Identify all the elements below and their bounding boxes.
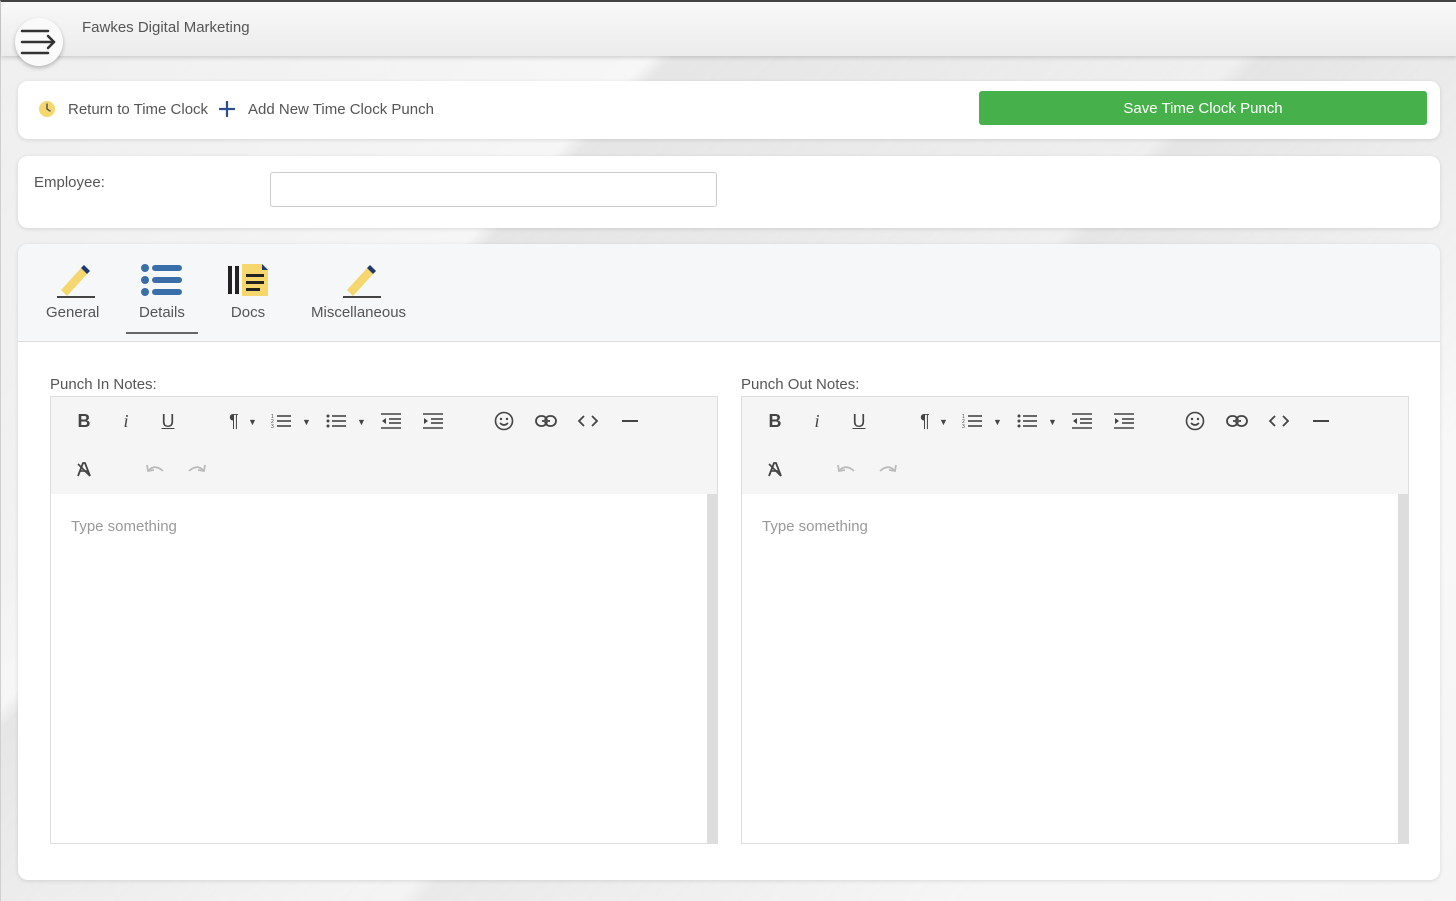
tab-general[interactable]: General [46, 262, 99, 321]
tab-docs-label: Docs [230, 304, 266, 321]
undo-button[interactable] [831, 454, 861, 484]
unordered-list-button[interactable] [1012, 406, 1042, 436]
link-button[interactable] [1222, 406, 1252, 436]
punch-in-scrollbar[interactable] [707, 494, 717, 843]
employee-card: Employee: [18, 156, 1440, 228]
punch-out-text-area[interactable]: Type something [742, 494, 1398, 843]
emoji-button[interactable] [1180, 406, 1210, 436]
tab-miscellaneous-label: Miscellaneous [311, 304, 407, 321]
add-new-punch-link[interactable]: Add New Time Clock Punch [218, 100, 434, 118]
emoji-button[interactable] [489, 406, 519, 436]
indent-icon [423, 413, 443, 429]
svg-text:3: 3 [271, 424, 274, 429]
indent-icon [1114, 413, 1134, 429]
clear-format-button[interactable] [760, 454, 790, 484]
code-button[interactable] [573, 406, 603, 436]
punch-out-placeholder: Type something [762, 518, 868, 535]
punch-out-editor: B i U ¶ ▼ 123 ▼ ▼ Type something [741, 396, 1409, 844]
add-label: Add New Time Clock Punch [248, 100, 434, 118]
underline-button[interactable]: U [153, 406, 183, 436]
italic-button[interactable]: i [111, 406, 141, 436]
pencil-icon [56, 265, 95, 298]
punch-out-scrollbar[interactable] [1398, 494, 1408, 843]
horizontal-rule-icon [622, 420, 638, 422]
bold-button[interactable]: B [760, 406, 790, 436]
tab-details[interactable]: Details [139, 262, 185, 321]
clear-format-icon [77, 462, 91, 477]
clear-format-button[interactable] [69, 454, 99, 484]
actions-card: Return to Time Clock Add New Time Clock … [18, 81, 1440, 139]
company-name: Fawkes Digital Marketing [82, 19, 250, 36]
code-icon [577, 415, 599, 427]
unordered-list-icon [1017, 414, 1037, 428]
return-to-time-clock-link[interactable]: Return to Time Clock [38, 100, 208, 118]
menu-button[interactable] [15, 18, 63, 66]
bold-button[interactable]: B [69, 406, 99, 436]
punch-in-text-area[interactable]: Type something [51, 494, 707, 843]
undo-icon [146, 464, 164, 473]
punch-in-editor: B i U ¶ ▼ 123 ▼ ▼ Type something [50, 396, 718, 844]
punch-in-placeholder: Type something [71, 518, 177, 535]
plus-icon [219, 101, 235, 117]
punch-out-label: Punch Out Notes: [741, 376, 860, 393]
tab-general-label: General [46, 304, 100, 321]
redo-button[interactable] [873, 454, 903, 484]
menu-arrow-icon [20, 29, 56, 55]
horizontal-rule-button[interactable] [615, 406, 645, 436]
outdent-icon [1072, 413, 1092, 429]
paragraph-button[interactable]: ¶ [910, 406, 940, 436]
horizontal-rule-button[interactable] [1306, 406, 1336, 436]
ordered-list-icon: 123 [962, 414, 982, 429]
code-button[interactable] [1264, 406, 1294, 436]
undo-button[interactable] [140, 454, 170, 484]
outdent-button[interactable] [376, 406, 406, 436]
pencil-icon [342, 265, 381, 298]
unordered-list-icon [326, 414, 346, 428]
tab-bar: General Details Docs Miscellaneous [18, 244, 1440, 342]
tab-docs[interactable]: Docs [226, 262, 270, 321]
italic-button[interactable]: i [802, 406, 832, 436]
ordered-list-icon: 123 [271, 414, 291, 429]
underline-button[interactable]: U [844, 406, 874, 436]
redo-button[interactable] [182, 454, 212, 484]
save-time-clock-punch-button[interactable]: Save Time Clock Punch [979, 91, 1427, 125]
list-icon [140, 264, 182, 296]
indent-button[interactable] [1109, 406, 1139, 436]
emoji-icon [1185, 411, 1205, 431]
ordered-list-button[interactable]: 123 [266, 406, 296, 436]
document-icon [228, 264, 268, 296]
employee-input[interactable] [270, 172, 717, 207]
redo-icon [879, 464, 897, 473]
editor-toolbar: B i U ¶ ▼ 123 ▼ ▼ [51, 397, 717, 494]
indent-button[interactable] [418, 406, 448, 436]
tab-details-label: Details [139, 304, 185, 321]
link-icon [1226, 415, 1248, 427]
clear-format-icon [768, 462, 782, 477]
outdent-button[interactable] [1067, 406, 1097, 436]
ordered-list-button[interactable]: 123 [957, 406, 987, 436]
paragraph-button[interactable]: ¶ [219, 406, 249, 436]
clock-icon [39, 101, 55, 117]
link-icon [535, 415, 557, 427]
redo-icon [188, 464, 206, 473]
emoji-icon [494, 411, 514, 431]
employee-label: Employee: [34, 174, 105, 191]
editor-toolbar: B i U ¶ ▼ 123 ▼ ▼ [742, 397, 1408, 494]
active-tab-indicator [126, 332, 198, 334]
details-card: General Details Docs Miscellaneous Punch… [18, 244, 1440, 880]
unordered-list-button[interactable] [321, 406, 351, 436]
svg-text:3: 3 [962, 424, 965, 429]
tab-miscellaneous[interactable]: Miscellaneous [311, 262, 406, 321]
horizontal-rule-icon [1313, 420, 1329, 422]
top-bar: Fawkes Digital Marketing [1, 2, 1456, 66]
code-icon [1268, 415, 1290, 427]
return-label: Return to Time Clock [68, 100, 209, 118]
punch-in-label: Punch In Notes: [50, 376, 157, 393]
link-button[interactable] [531, 406, 561, 436]
outdent-icon [381, 413, 401, 429]
undo-icon [837, 464, 855, 473]
